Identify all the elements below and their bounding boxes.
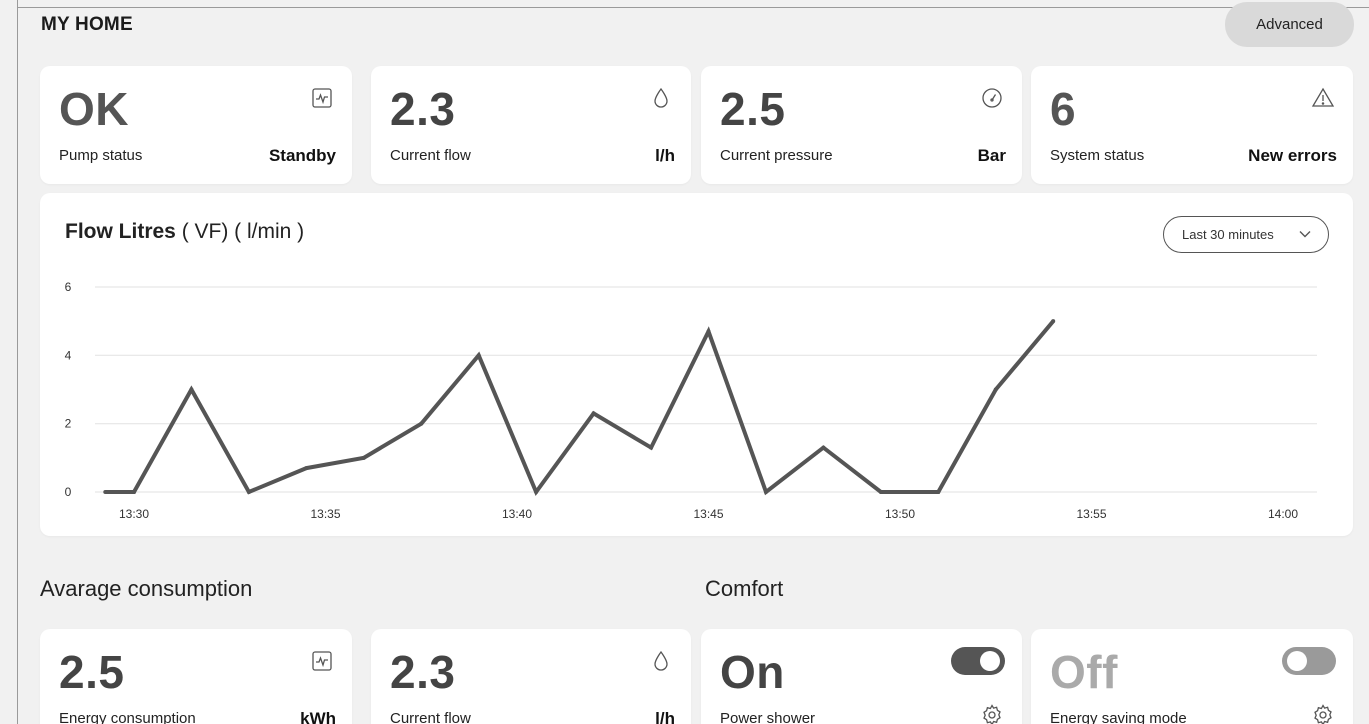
energy-saving-card: Off Energy saving mode [1031,629,1353,724]
pump-status-card: OK Pump status Standby [40,66,352,184]
x-tick-label: 13:30 [119,507,149,521]
energy-consumption-value: 2.5 [59,646,125,698]
power-shower-toggle[interactable] [951,647,1005,675]
data-point [419,421,424,426]
time-range-select[interactable]: Last 30 minutes [1163,216,1329,253]
gear-icon[interactable] [980,703,1004,724]
x-tick-label: 13:55 [1076,507,1106,521]
chevron-down-icon [1299,231,1311,238]
x-tick-label: 13:50 [885,507,915,521]
power-shower-value: On [720,646,785,698]
gear-icon[interactable] [1311,703,1335,724]
data-point [103,490,108,494]
droplet-icon [649,86,673,110]
data-point [246,490,251,494]
system-status-value: 6 [1050,83,1077,135]
system-status-card: 6 System status New errors [1031,66,1353,184]
data-point [706,329,711,334]
toggle-knob [980,651,1000,671]
power-shower-card: On Power shower [701,629,1022,724]
data-point [361,455,366,460]
x-tick-label: 13:40 [502,507,532,521]
avg-flow-value: 2.3 [390,646,456,698]
data-point [132,490,136,494]
x-tick-label: 13:35 [310,507,340,521]
data-point [304,466,309,471]
data-point [763,490,768,494]
current-flow-label: Current flow [390,147,471,164]
energy-saving-label: Energy saving mode [1050,710,1187,724]
frame-border-left [17,0,18,724]
x-tick-label: 13:45 [693,507,723,521]
data-point [534,490,539,494]
avg-flow-label: Current flow [390,710,471,724]
toggle-knob [1287,651,1307,671]
energy-consumption-card: 2.5 Energy consumption kWh [40,629,352,724]
current-pressure-card: 2.5 Current pressure Bar [701,66,1022,184]
current-flow-unit: l/h [655,146,675,165]
pump-status-label: Pump status [59,147,143,164]
page-title: MY HOME [41,14,133,35]
current-pressure-value: 2.5 [720,83,786,135]
data-point [1051,319,1056,324]
system-status-unit: New errors [1248,146,1337,165]
current-pressure-label: Current pressure [720,147,833,164]
droplet-icon [649,649,673,673]
y-tick-label: 2 [65,417,72,431]
data-point [649,445,654,450]
warning-icon [1311,86,1335,110]
flow-chart-card: 0 2 4 6 13:30 13:35 13:40 13:45 13:50 13:55 14:00 … [40,193,1353,536]
pump-status-unit: Standby [268,146,336,165]
avg-flow-unit: l/h [655,709,675,724]
energy-saving-toggle[interactable] [1282,647,1336,675]
advanced-button[interactable]: Advanced [1225,2,1354,47]
pump-status-value: OK [59,83,129,135]
chart-title-rest: ( VF) ( l/min ) [175,220,305,243]
data-point [189,387,194,392]
frame-border-top [17,7,1369,8]
energy-consumption-label: Energy consumption [59,710,196,724]
x-tick-label: 14:00 [1268,507,1298,521]
data-point [476,353,481,358]
y-tick-label: 4 [65,348,72,362]
data-point [591,411,596,416]
chart-title: Flow Litres ( VF) ( l/min ) [65,220,304,244]
consumption-section-title: Avarage consumption [40,576,253,601]
time-range-label: Last 30 minutes [1182,227,1274,242]
flow-series-line [105,319,1055,497]
energy-consumption-unit: kWh [300,709,336,724]
current-pressure-unit: Bar [977,146,1006,165]
data-point [993,387,998,392]
system-status-label: System status [1050,147,1145,164]
y-tick-label: 6 [65,280,72,294]
comfort-section-title: Comfort [705,576,784,601]
activity-icon [310,649,334,673]
y-tick-label: 0 [65,485,72,499]
data-point [878,490,883,494]
power-shower-label: Power shower [720,710,816,724]
flow-line-chart: 0 2 4 6 13:30 13:35 13:40 13:45 13:50 13:55 14:00 [65,280,1317,521]
data-point [821,445,826,450]
gauge-icon [980,86,1004,110]
current-flow-card: 2.3 Current flow l/h [371,66,691,184]
current-flow-value: 2.3 [390,83,456,135]
data-point [936,490,941,494]
activity-icon [310,86,334,110]
chart-title-bold: Flow Litres [65,220,176,243]
energy-saving-value: Off [1050,646,1118,698]
avg-flow-card: 2.3 Current flow l/h [371,629,691,724]
